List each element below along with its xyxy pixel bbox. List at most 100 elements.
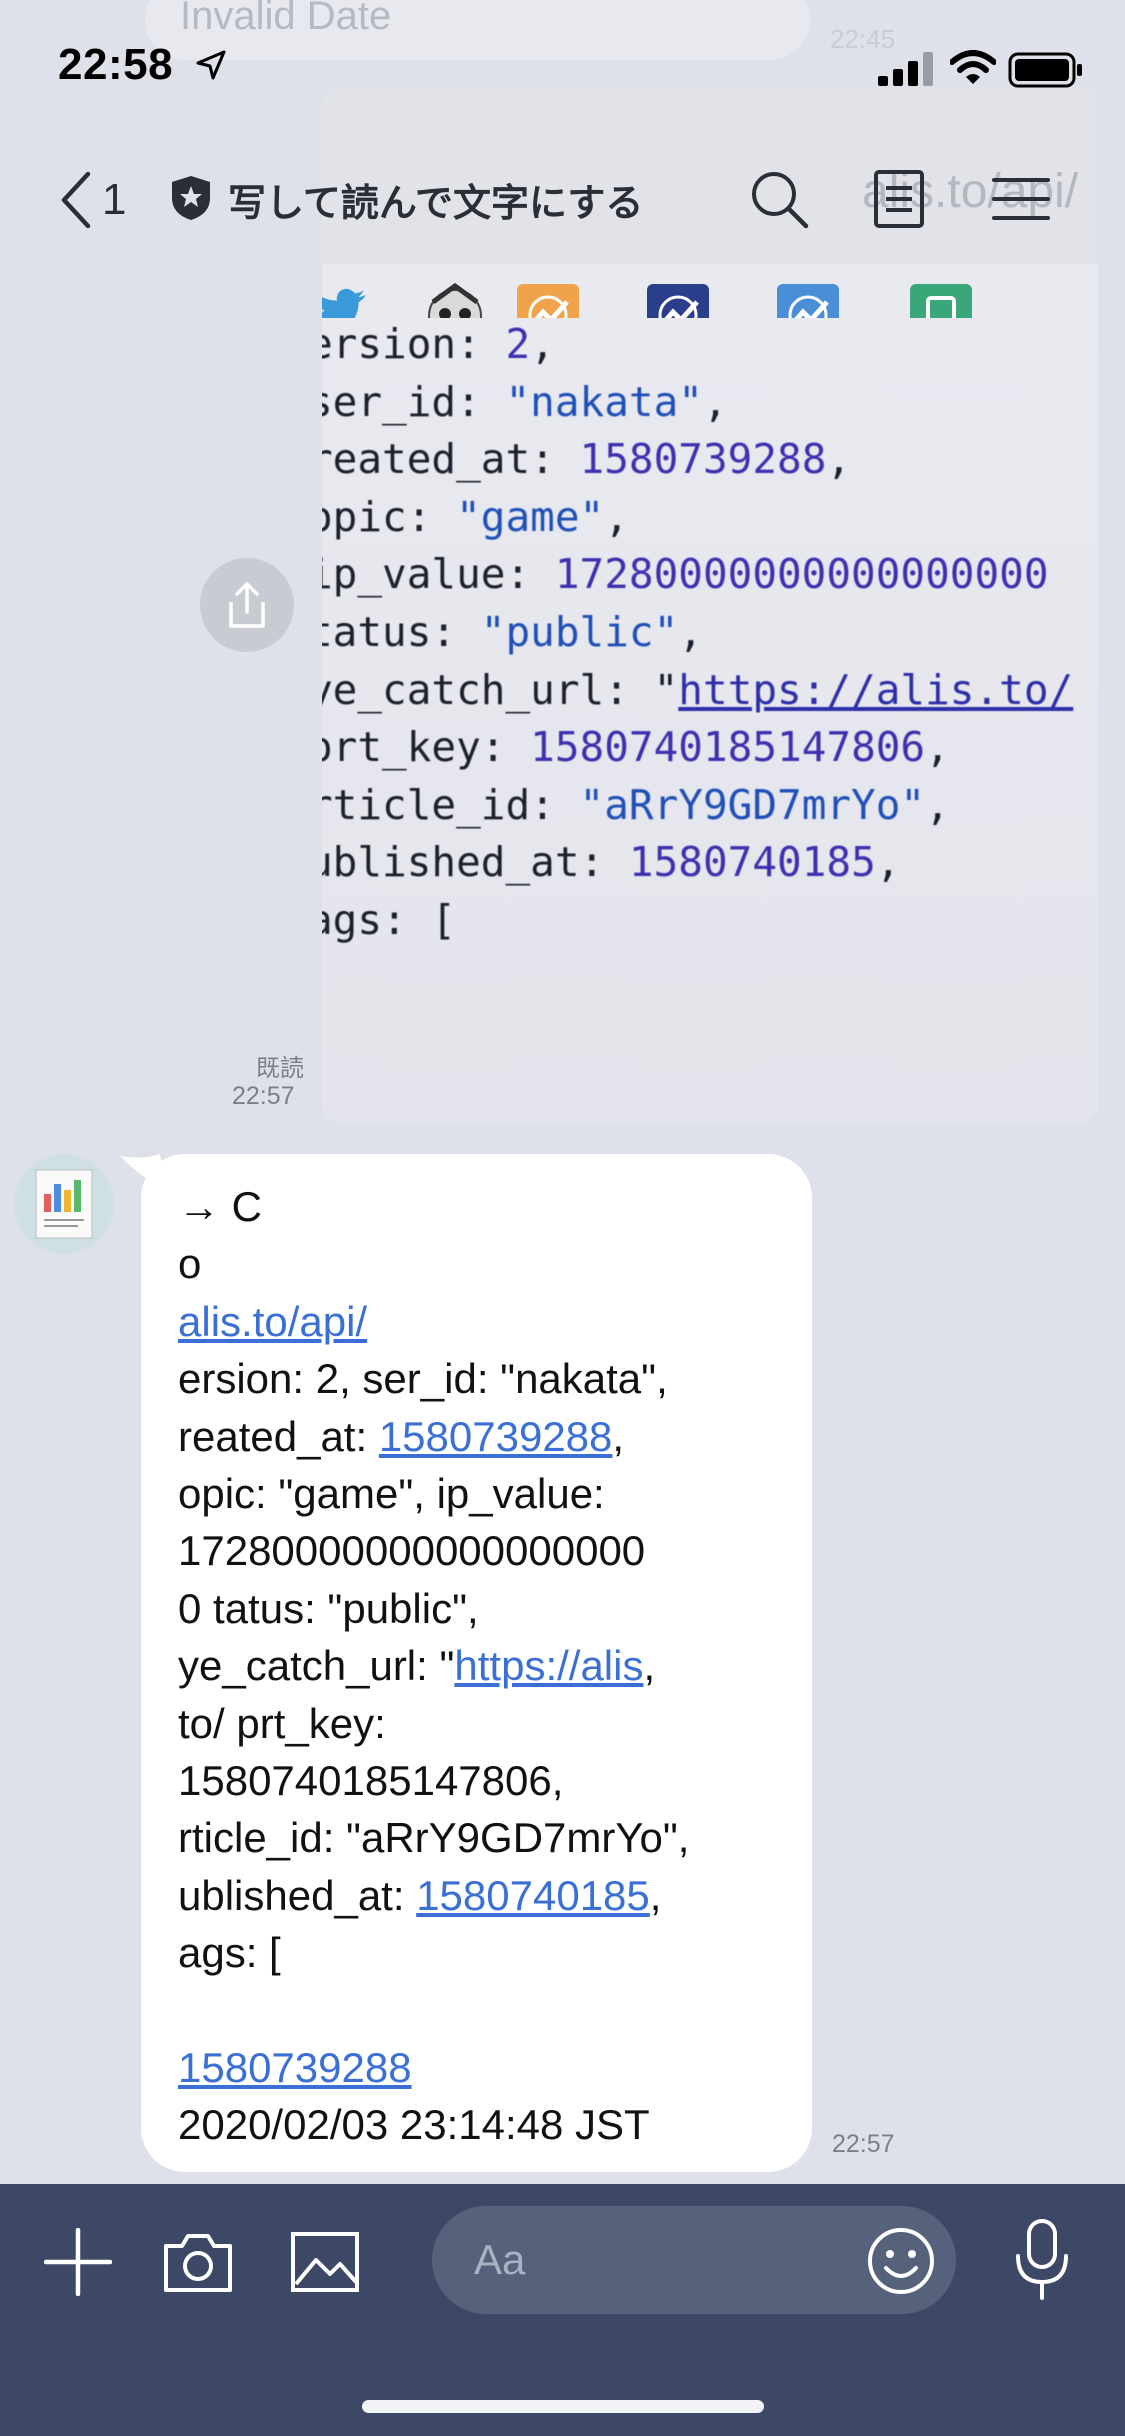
code-punct: , bbox=[925, 723, 950, 772]
code-value: "public" bbox=[480, 608, 679, 656]
message-text: rticle_id: "aRrY9GD7mrYo", bbox=[178, 1814, 690, 1862]
message-link[interactable]: 1580740185 bbox=[416, 1872, 650, 1919]
photo-code-line: reated_at: 1580739288, bbox=[322, 435, 851, 483]
signal-icon bbox=[878, 52, 933, 86]
photo-code-line: ersion: 2, bbox=[322, 320, 555, 368]
blue-chart-icon bbox=[777, 284, 839, 318]
code-value: https://alis.to/ bbox=[678, 665, 1074, 714]
message-text: 17280000000000000000 bbox=[178, 1527, 646, 1575]
message-line: to/ prt_key: bbox=[178, 1695, 798, 1752]
menu-icon[interactable] bbox=[990, 168, 1052, 230]
message-line: ags: [ bbox=[178, 1924, 798, 1981]
code-value: "game" bbox=[456, 492, 605, 541]
code-key: rticle_id: bbox=[322, 780, 580, 829]
message-text: ublished_at: bbox=[178, 1871, 417, 1919]
message-line: o bbox=[178, 1235, 798, 1292]
message-line: ublished_at: 1580740185, bbox=[178, 1867, 798, 1924]
search-icon[interactable] bbox=[748, 168, 810, 230]
share-button[interactable] bbox=[200, 558, 294, 652]
message-line: opic: "game", ip_value: bbox=[178, 1465, 798, 1522]
twitter-icon bbox=[322, 288, 366, 318]
text-message-time: 22:57 bbox=[832, 2130, 895, 2158]
photo-code-line: ser_id: "nakata", bbox=[322, 378, 728, 426]
message-input-placeholder: Aa bbox=[474, 2236, 526, 2283]
code-punct: , bbox=[702, 377, 728, 426]
code-key: reated_at: bbox=[322, 435, 580, 484]
status-time: 22:58 bbox=[58, 40, 174, 89]
photo-code-line: opic: "game", bbox=[322, 493, 629, 541]
image-icon[interactable] bbox=[290, 2228, 360, 2296]
message-text: opic: "game", ip_value: bbox=[178, 1469, 605, 1517]
notes-icon[interactable] bbox=[868, 168, 930, 230]
code-value: 1580739288 bbox=[579, 435, 827, 484]
code-punct: , bbox=[925, 780, 950, 829]
code-value: 2 bbox=[505, 320, 531, 368]
unread-count: 1 bbox=[102, 175, 127, 224]
photo-code-line: ip_value: 17280000000000000000 bbox=[322, 550, 1049, 598]
message-text: o bbox=[178, 1240, 202, 1288]
code-punct: , bbox=[875, 838, 901, 887]
message-line: rticle_id: "aRrY9GD7mrYo", bbox=[178, 1809, 798, 1866]
message-text: to/ prt_key: bbox=[178, 1699, 386, 1747]
photo-code-line: ye_catch_url: "https://alis.to/ bbox=[322, 666, 1073, 714]
message-text: ye_catch_url: " bbox=[178, 1642, 455, 1690]
microphone-icon[interactable] bbox=[1012, 2218, 1072, 2302]
message-line bbox=[178, 1981, 798, 2038]
code-key: tatus: bbox=[322, 608, 481, 656]
code-key: ersion: bbox=[322, 320, 506, 368]
message-text: , bbox=[649, 1871, 662, 1919]
message-line: reated_at: 1580739288, bbox=[178, 1408, 798, 1465]
mascot-icon bbox=[428, 282, 482, 318]
message-text: , bbox=[643, 1642, 656, 1690]
green-book-icon bbox=[910, 284, 972, 318]
message-link[interactable]: 1580739288 bbox=[379, 1413, 613, 1460]
shield-star-icon bbox=[172, 176, 210, 220]
message-text: 1580740185147806, bbox=[178, 1756, 564, 1804]
message-line: 1580740185147806, bbox=[178, 1752, 798, 1809]
code-key: ip_value: bbox=[322, 550, 555, 599]
photo-code-line: ort_key: 1580740185147806, bbox=[322, 723, 950, 771]
code-punct: , bbox=[604, 492, 629, 541]
message-link[interactable]: alis.to/api/ bbox=[178, 1298, 367, 1345]
photo-code-line: ublished_at: 1580740185, bbox=[322, 838, 900, 886]
avatar[interactable] bbox=[14, 1154, 114, 1254]
photo-code-line: tatus: "public", bbox=[322, 608, 703, 656]
code-key: ye_catch_url: " bbox=[322, 665, 679, 714]
message-text: , bbox=[612, 1412, 625, 1460]
code-value: 1580740185 bbox=[628, 838, 876, 887]
message-line: 1580739288 bbox=[178, 2039, 798, 2096]
message-line: → C bbox=[178, 1178, 798, 1235]
chat-title[interactable]: 写して読んで文字にする bbox=[228, 172, 643, 227]
read-receipt: 既読 bbox=[256, 1055, 304, 1082]
code-key: ublished_at: bbox=[322, 838, 629, 887]
code-value: "aRrY9GD7mrYo" bbox=[579, 780, 926, 829]
message-line: ersion: 2, ser_id: "nakata", bbox=[178, 1350, 798, 1407]
photo-code-line: rticle_id: "aRrY9GD7mrYo", bbox=[322, 781, 950, 829]
battery-icon bbox=[1008, 52, 1082, 88]
back-button[interactable]: 1 bbox=[58, 168, 150, 232]
message-link[interactable]: https://alis bbox=[454, 1642, 643, 1689]
code-value: 17280000000000000000 bbox=[554, 550, 1049, 599]
message-text: ags: [ bbox=[178, 1929, 281, 1977]
code-key: opic: bbox=[322, 492, 457, 541]
message-text: ersion: 2, ser_id: "nakata", bbox=[178, 1355, 668, 1403]
camera-icon[interactable] bbox=[162, 2228, 234, 2296]
code-punct: , bbox=[678, 608, 703, 656]
code-value: "nakata" bbox=[505, 377, 703, 426]
code-key: ags: [ bbox=[322, 896, 457, 944]
code-punct: , bbox=[826, 435, 852, 484]
plus-icon[interactable] bbox=[44, 2228, 112, 2296]
message-text: → C bbox=[178, 1183, 262, 1230]
emoji-icon[interactable] bbox=[866, 2226, 936, 2296]
message-text: 0 tatus: "public", bbox=[178, 1584, 479, 1632]
photo-code-line: ags: [ bbox=[322, 896, 456, 944]
message-link[interactable]: 1580739288 bbox=[178, 2044, 412, 2091]
share-icon bbox=[229, 582, 265, 628]
photo-message-time: 22:57 bbox=[232, 1082, 295, 1110]
location-arrow-icon bbox=[196, 50, 226, 80]
photo-message[interactable]: alis.to/api/ ersion: 2, ser_id: "nakata"… bbox=[322, 88, 1098, 1122]
navy-chart-icon bbox=[647, 284, 709, 318]
wifi-icon bbox=[950, 50, 996, 84]
text-message-body[interactable]: → C o alis.to/api/ersion: 2, ser_id: "naka… bbox=[178, 1178, 798, 2154]
message-line: 0 tatus: "public", bbox=[178, 1580, 798, 1637]
